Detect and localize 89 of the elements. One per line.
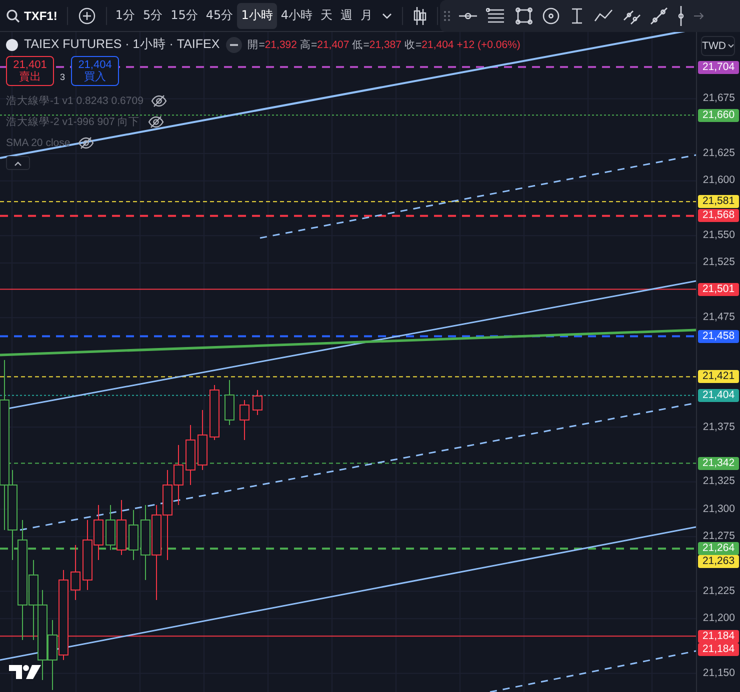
price-marker-label: 21,264 [698,542,739,556]
interval-tab[interactable]: 月 [356,2,376,28]
drag-handle-icon[interactable] [444,10,450,22]
zigzag-icon[interactable] [594,9,614,23]
interval-tab[interactable]: 1小時 [237,2,277,28]
price-marker-label: 21,342 [698,456,739,470]
price-tick-label: 21,200 [702,612,735,626]
plus-circle-icon[interactable] [78,6,96,24]
price-tick-label: 21,375 [702,420,735,434]
candlestick [240,400,250,440]
candlestick [198,410,208,470]
price-tick-label: 21,150 [702,666,735,680]
interval-tab[interactable]: 週 [336,2,356,28]
vertical-line-icon[interactable] [677,6,685,26]
line-segment-icon[interactable] [650,7,668,25]
arrow-icon[interactable] [694,11,704,21]
collapse-button[interactable] [226,36,242,52]
candlestick [94,504,104,560]
candlestick [210,384,220,440]
ohlc-label: 開= [248,38,265,52]
ohlc-value: 21,392 [264,38,297,50]
eye-off-icon[interactable] [78,136,94,148]
price-tick-label: 21,675 [702,92,735,106]
price-tick-label: 21,275 [702,530,735,544]
interval-tab[interactable]: 15分 [166,2,202,28]
candlestick [116,500,126,556]
minus-icon [230,44,238,46]
indicator-label: SMA 20 close [6,136,70,148]
price-marker-label: 21,263 [698,555,739,568]
symbol-search-button[interactable]: TXF1! [0,2,64,28]
indicator-label: 浩大線學-2 v1-996 907 向下 [6,114,140,128]
price-marker-label: 21,458 [698,330,739,343]
price-marker-label: 21,501 [698,282,739,296]
interval-tab[interactable]: 5分 [138,2,167,28]
price-tick-label: 21,550 [702,229,735,242]
lines-icon[interactable] [486,8,506,24]
price-marker-label: 21,404 [698,388,739,402]
symbol-title: TAIEX FUTURES · 1小時 · TAIFEX [24,36,220,53]
buy-button[interactable]: 21,404 買入 [71,56,120,86]
candlestick [70,544,80,600]
caret-icon [728,44,734,48]
interval-tab[interactable]: 4小時 [276,2,316,28]
text-cursor-icon[interactable] [569,7,585,25]
ohlc-value: 21,407 [317,38,350,50]
symbol-circle-icon [6,38,18,50]
ohlc-value: 21,387 [369,38,402,50]
candlestick [106,504,116,550]
currency-dropdown[interactable]: TWD [701,36,735,56]
logo-icon [8,662,42,682]
price-tick-label: 21,325 [702,475,735,488]
candlestick [224,380,234,426]
price-tick-label: 21,600 [702,174,735,188]
circle-icon[interactable] [542,7,560,25]
price-marker-label: 21,704 [698,60,739,74]
interval-tab[interactable]: 1分 [111,2,139,28]
ohlc-value: 21,404 [422,38,454,50]
candlestick [128,510,138,560]
horizontal-line-icon[interactable] [459,12,477,20]
eye-off-icon[interactable] [151,94,168,106]
eye-off-icon[interactable] [148,116,164,128]
price-tick-label: 21,525 [702,256,735,270]
candlestick [252,390,262,416]
spread-value: 3 [60,72,66,82]
price-tick-label: 21,225 [702,584,735,598]
sell-button[interactable]: 21,401 賣出 [6,56,54,86]
indicator-label: 浩大線學-1 v1 0.8243 0.6709 [6,94,144,108]
price-marker-label: 21,581 [698,195,739,208]
collapse-legend-button[interactable] [6,156,30,170]
ohlc-label: 低= [352,38,370,52]
price-marker-label: 21,184 [698,642,739,656]
ohlc-label: 高= [300,38,318,52]
caret-up-icon [14,160,22,166]
price-tick-label: 21,475 [702,311,735,324]
candlestick [82,520,92,590]
price-marker-label: 21,660 [698,108,739,122]
candlestick [186,424,196,486]
ohlc-label: 收= [404,38,422,52]
price-marker-label: 21,184 [698,630,739,643]
candlestick-icon[interactable] [413,6,428,26]
interval-tab[interactable]: 45分 [202,2,238,28]
price-tick-label: 21,625 [702,146,735,160]
price-tick-label: 21,300 [702,502,735,516]
price-marker-label: 21,421 [698,370,739,384]
price-marker-label: 21,568 [698,209,739,222]
price-change: +12 (+0.06%) [456,38,520,50]
interval-tab[interactable]: 天 [316,2,336,28]
search-icon [6,8,20,22]
square-icon[interactable] [515,7,533,25]
caret-icon[interactable] [382,12,392,20]
